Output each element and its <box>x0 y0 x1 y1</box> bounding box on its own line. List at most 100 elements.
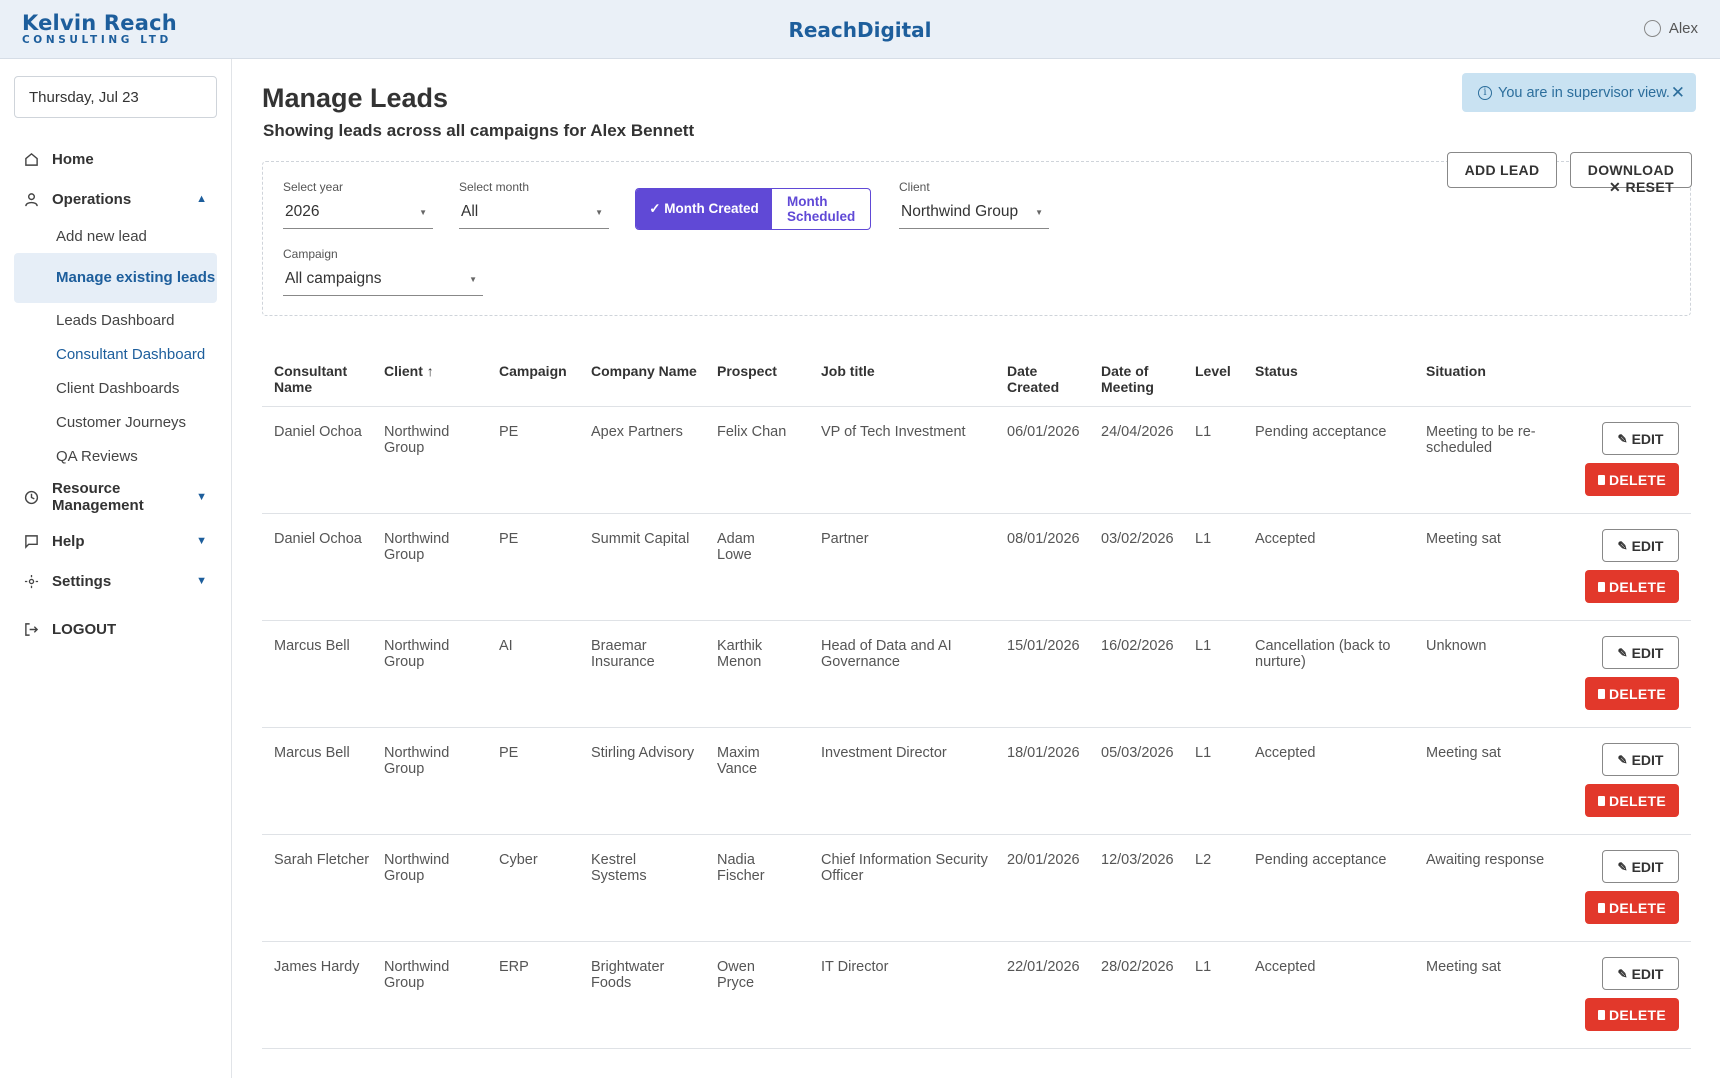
date-meeting-cell: 12/03/2026 <box>1089 834 1183 942</box>
date-created-cell: 20/01/2026 <box>995 834 1089 942</box>
trash-icon <box>1597 1009 1605 1020</box>
sidebar-subitem-qa-reviews[interactable]: QA Reviews <box>0 439 231 473</box>
sidebar-item-label: Operations <box>52 190 132 208</box>
column-header[interactable]: Consultant Name <box>262 347 372 407</box>
sidebar-subitem-consultant-dashboard[interactable]: Consultant Dashboard <box>0 337 231 371</box>
client-label: Client <box>899 180 930 194</box>
close-icon[interactable]: ✕ <box>1671 83 1685 103</box>
column-header[interactable]: Prospect <box>705 347 809 407</box>
dropdown-arrow-icon: ▼ <box>469 275 477 284</box>
column-header[interactable]: Date Created <box>995 347 1089 407</box>
campaign-label: Campaign <box>283 247 338 261</box>
company-logo[interactable]: Kelvin Reach CONSULTING LTD <box>22 12 177 46</box>
column-header[interactable]: Company Name <box>579 347 705 407</box>
prospect-cell: Adam Lowe <box>705 513 809 621</box>
sidebar-item-operations[interactable]: Operations ▲ <box>0 179 231 219</box>
actions-cell: ✎ EDIT DELETE <box>1570 941 1691 1049</box>
table-row: Daniel Ochoa Northwind Group PE Summit Capi… <box>262 513 1691 621</box>
status-cell: Cancellation (back to nurture) <box>1243 620 1414 728</box>
sidebar-subitem-manage-existing-leads[interactable]: Manage existing leads <box>14 253 217 303</box>
column-header[interactable]: Situation <box>1414 347 1570 407</box>
sidebar-subitem-add-new-lead[interactable]: Add new lead <box>0 219 231 253</box>
delete-button[interactable]: DELETE <box>1585 570 1679 603</box>
gear-icon <box>22 572 40 590</box>
edit-button[interactable]: ✎ EDIT <box>1602 636 1679 669</box>
sidebar-subitem-customer-journeys[interactable]: Customer Journeys <box>0 405 231 439</box>
client-cell: Northwind Group <box>372 834 487 942</box>
delete-button[interactable]: DELETE <box>1585 784 1679 817</box>
reset-button[interactable]: ✕ RESET <box>1609 179 1674 196</box>
sidebar-item-resource-management[interactable]: Resource Management ▼ <box>0 473 231 521</box>
actions-cell: ✎ EDIT DELETE <box>1570 620 1691 728</box>
edit-label: EDIT <box>1631 858 1664 875</box>
client-cell: Northwind Group <box>372 513 487 621</box>
client-select[interactable]: Client Northwind Group ▼ <box>899 180 1049 229</box>
campaign-cell: PE <box>487 513 579 621</box>
page-title: Manage Leads <box>262 83 449 113</box>
trash-icon <box>1597 688 1605 699</box>
edit-button[interactable]: ✎ EDIT <box>1602 422 1679 455</box>
table-row: Marcus Bell Northwind Group AI Braemar Insu… <box>262 620 1691 728</box>
prospect-cell: Nadia Fischer <box>705 834 809 942</box>
delete-button[interactable]: DELETE <box>1585 998 1679 1031</box>
month-select[interactable]: Select month All ▼ <box>459 180 609 229</box>
sidebar-item-home[interactable]: Home <box>0 139 231 179</box>
edit-label: EDIT <box>1631 644 1664 661</box>
client-cell: Northwind Group <box>372 620 487 728</box>
edit-label: EDIT <box>1631 965 1664 982</box>
column-header[interactable]: Level <box>1183 347 1243 407</box>
pencil-icon: ✎ <box>1617 431 1628 446</box>
sidebar: Thursday, Jul 23 Home Operations ▲ Add n… <box>0 59 232 1078</box>
sidebar-item-help[interactable]: Help ▼ <box>0 521 231 561</box>
delete-button[interactable]: DELETE <box>1585 463 1679 496</box>
chevron-down-icon: ▼ <box>196 575 207 587</box>
date-created-cell: 08/01/2026 <box>995 513 1089 621</box>
sidebar-item-settings[interactable]: Settings ▼ <box>0 561 231 601</box>
sidebar-subitem-leads-dashboard[interactable]: Leads Dashboard <box>0 303 231 337</box>
sidebar-subitem-client-dashboards[interactable]: Client Dashboards <box>0 371 231 405</box>
sidebar-item-label: Home <box>52 150 94 168</box>
date-created-cell: 06/01/2026 <box>995 406 1089 514</box>
campaign-cell: PE <box>487 406 579 514</box>
campaign-select[interactable]: Campaign All campaigns ▼ <box>283 247 483 296</box>
edit-button[interactable]: ✎ EDIT <box>1602 957 1679 990</box>
delete-label: DELETE <box>1608 471 1667 488</box>
clock-icon <box>22 488 40 506</box>
campaign-value: All campaigns <box>285 270 382 287</box>
company-cell: Apex Partners <box>579 406 705 514</box>
table-row: James Hardy Northwind Group ERP Brightwater… <box>262 941 1691 1049</box>
month-label: Select month <box>459 180 530 194</box>
column-header[interactable]: Client ↑ <box>372 347 487 407</box>
date-display[interactable]: Thursday, Jul 23 <box>14 76 217 118</box>
job-title-cell: Head of Data and AI Governance <box>809 620 995 728</box>
situation-cell: Unknown <box>1414 620 1570 728</box>
column-header[interactable]: Campaign <box>487 347 579 407</box>
situation-cell: Awaiting response <box>1414 834 1570 942</box>
column-header[interactable]: Job title <box>809 347 995 407</box>
person-icon <box>22 190 40 208</box>
toggle-month-scheduled[interactable]: Month Scheduled <box>772 189 870 229</box>
year-select[interactable]: Select year 2026 ▼ <box>283 180 433 229</box>
delete-button[interactable]: DELETE <box>1585 677 1679 710</box>
sidebar-item-logout[interactable]: LOGOUT <box>0 609 231 649</box>
delete-label: DELETE <box>1608 792 1667 809</box>
date-created-cell: 18/01/2026 <box>995 727 1089 835</box>
year-label: Select year <box>283 180 344 194</box>
actions-cell: ✎ EDIT DELETE <box>1570 834 1691 942</box>
toggle-month-created[interactable]: ✓ Month Created <box>636 189 772 229</box>
column-header[interactable]: Date of Meeting <box>1089 347 1183 407</box>
column-header[interactable]: Status <box>1243 347 1414 407</box>
table-row: Sarah Fletcher Northwind Group Cyber Kestre… <box>262 834 1691 942</box>
level-cell: L1 <box>1183 406 1243 514</box>
reset-label: RESET <box>1625 179 1675 195</box>
user-menu[interactable]: Alex <box>1643 20 1698 37</box>
chevron-down-icon: ▼ <box>196 490 207 503</box>
edit-button[interactable]: ✎ EDIT <box>1602 529 1679 562</box>
add-lead-button[interactable]: ADD LEAD <box>1447 152 1557 188</box>
close-icon: ✕ <box>1609 179 1622 195</box>
edit-button[interactable]: ✎ EDIT <box>1602 850 1679 883</box>
delete-button[interactable]: DELETE <box>1585 891 1679 924</box>
logo-main-text: Kelvin Reach <box>22 11 177 35</box>
client-cell: Northwind Group <box>372 406 487 514</box>
edit-button[interactable]: ✎ EDIT <box>1602 743 1679 776</box>
